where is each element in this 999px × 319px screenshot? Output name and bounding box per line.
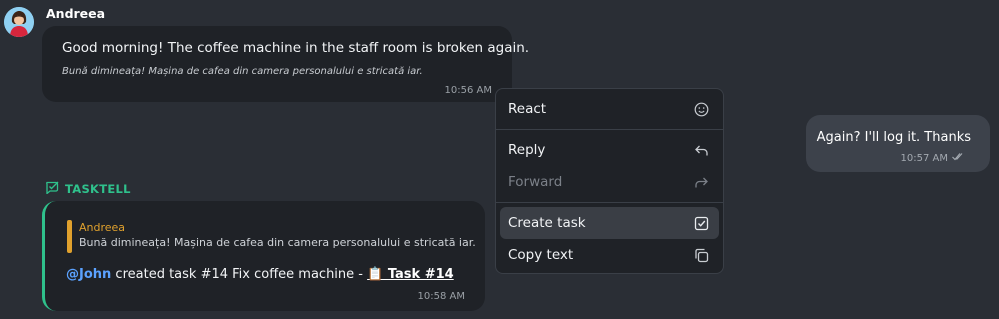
incoming-message-bubble[interactable]: Good morning! The coffee machine in the … — [42, 26, 529, 102]
task-created-line: @John created task #14 Fix coffee machin… — [66, 267, 454, 282]
menu-item-create-task[interactable]: Create task — [500, 207, 719, 239]
checkbox-icon — [694, 216, 709, 231]
menu-item-react[interactable]: React — [500, 93, 719, 125]
copy-icon — [694, 248, 709, 263]
outgoing-message-bubble[interactable]: Again? I'll log it. Thanks 10:57 AM — [806, 115, 990, 172]
avatar-illustration — [4, 7, 34, 37]
message-text: Good morning! The coffee machine in the … — [62, 40, 530, 56]
bot-name: TASKTELL — [65, 182, 131, 196]
forward-icon — [694, 175, 709, 190]
smile-icon — [694, 102, 709, 117]
bot-message-bubble[interactable]: Andreea Bună dimineața! Mașina de cafea … — [42, 201, 485, 311]
menu-divider — [496, 129, 723, 130]
menu-item-label: Copy text — [508, 247, 574, 263]
quote-text: Bună dimineața! Mașina de cafea din came… — [79, 236, 476, 249]
user-mention[interactable]: @John — [66, 267, 111, 282]
reply-icon — [694, 143, 709, 158]
quote-author: Andreea — [79, 221, 126, 234]
message-timestamp: 10:58 AM — [417, 291, 465, 302]
bot-sender: TASKTELL — [45, 181, 131, 197]
sender-name: Andreea — [46, 6, 106, 21]
message-timestamp: 10:56 AM — [444, 85, 492, 96]
menu-item-label: Reply — [508, 142, 546, 158]
quote-bar — [67, 220, 72, 253]
task-link[interactable]: 📋 Task #14 — [367, 267, 454, 282]
menu-item-copy-text[interactable]: Copy text — [500, 239, 719, 271]
message-text: Again? I'll log it. Thanks — [816, 130, 971, 145]
menu-item-forward[interactable]: Forward — [500, 166, 719, 198]
message-timestamp: 10:57 AM — [900, 153, 948, 164]
avatar[interactable] — [4, 7, 34, 37]
context-menu: React Reply Forward Create task Copy tex… — [495, 88, 724, 274]
menu-item-reply[interactable]: Reply — [500, 134, 719, 166]
menu-item-label: Create task — [508, 215, 586, 231]
action-text: created task #14 Fix coffee machine - — [115, 267, 363, 282]
double-check-icon — [952, 152, 963, 164]
menu-item-label: React — [508, 101, 547, 117]
message-translation: Bună dimineața! Mașina de cafea din came… — [62, 66, 423, 77]
menu-item-label: Forward — [508, 174, 563, 190]
menu-divider — [496, 202, 723, 203]
task-check-icon — [45, 181, 59, 197]
